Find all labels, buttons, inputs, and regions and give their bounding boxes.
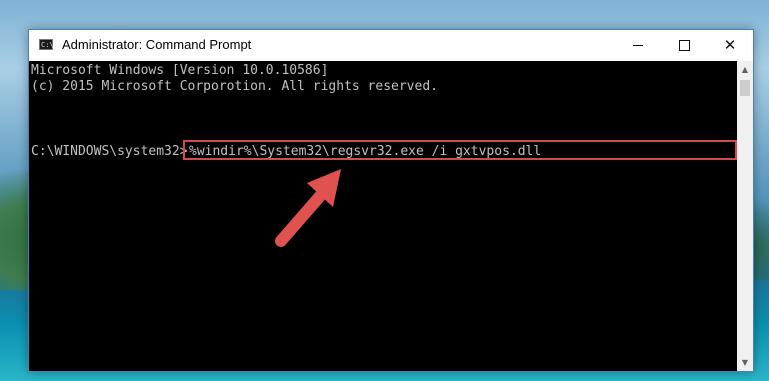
console-line-copyright: (c) 2015 Microsoft Corporotion. All righ… bbox=[31, 79, 438, 94]
maximize-button[interactable] bbox=[661, 30, 707, 61]
window-title: Administrator: Command Prompt bbox=[62, 37, 252, 52]
console-line-version: Microsoft Windows [Version 10.0.10586] bbox=[31, 63, 329, 78]
pointer-arrow-icon bbox=[275, 169, 341, 247]
scroll-down-icon[interactable]: ▼ bbox=[737, 354, 753, 371]
minimize-button[interactable] bbox=[615, 30, 661, 61]
console-prompt: C:\WINDOWS\system32> bbox=[31, 144, 188, 159]
vertical-scrollbar[interactable]: ▲ ▼ bbox=[737, 61, 753, 371]
scroll-up-icon[interactable]: ▲ bbox=[737, 61, 753, 78]
minimize-icon bbox=[633, 45, 643, 46]
console-command[interactable]: %windir%\System32\regsvr32.exe /i gxtvpo… bbox=[189, 144, 541, 160]
command-prompt-window: C:\. Administrator: Command Prompt ✕ Mic… bbox=[28, 29, 754, 372]
maximize-icon bbox=[678, 40, 690, 51]
scrollbar-thumb[interactable] bbox=[740, 80, 750, 96]
cmd-icon[interactable]: C:\. bbox=[39, 39, 58, 50]
title-bar[interactable]: C:\. Administrator: Command Prompt ✕ bbox=[29, 30, 753, 61]
close-icon: ✕ bbox=[723, 36, 737, 54]
console-area[interactable]: Microsoft Windows [Version 10.0.10586] (… bbox=[29, 61, 737, 371]
close-button[interactable]: ✕ bbox=[707, 30, 753, 61]
